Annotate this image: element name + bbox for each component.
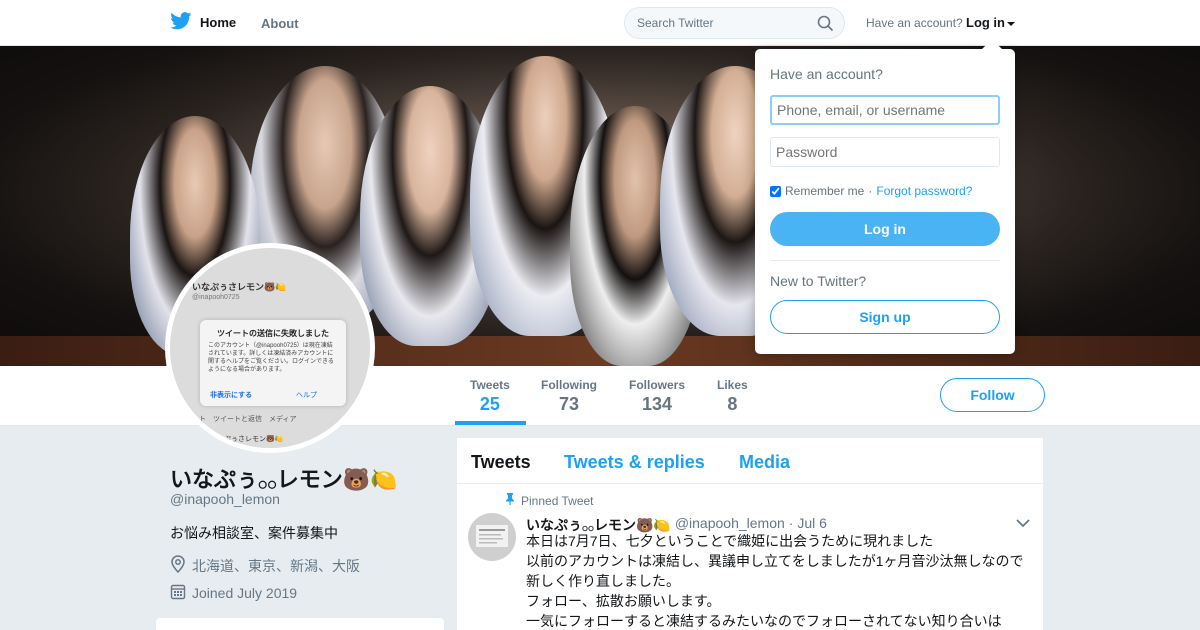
stat-label: Likes <box>717 378 748 392</box>
stat-value: 134 <box>641 394 673 414</box>
about-link[interactable]: About <box>261 16 299 31</box>
tweet-date[interactable]: · Jul 6 <box>789 515 827 531</box>
login-dropdown-toggle[interactable]: Log in <box>966 15 1015 30</box>
pin-icon <box>505 493 515 508</box>
avatar-dialog-title: ツイートの送信に失敗しました <box>217 329 329 338</box>
divider <box>770 260 1000 261</box>
tweet-text: 本日は7月7日、七夕ということで織姫に出会うために現れました 以前のアカウントは… <box>526 531 1036 630</box>
login-label: Log in <box>966 15 1005 30</box>
caret-down-icon <box>1007 15 1015 30</box>
profile-joined: Joined July 2019 <box>170 583 297 603</box>
avatar-footer: いなぷぅさレモン🐻🍋 <box>210 436 284 443</box>
have-account-text: Have an account? <box>866 16 963 30</box>
timeline: Tweets Tweets & replies Media Pinned Twe… <box>456 437 1044 630</box>
avatar-dialog-hide: 非表示にする <box>210 392 253 399</box>
tab-media[interactable]: Media <box>739 452 790 473</box>
profile-avatar[interactable]: いなぷぅさレモン🐻🍋 @inapooh0725 ツイートの送信に失敗しました こ… <box>165 243 375 453</box>
stat-tweets[interactable]: Tweets 25 <box>470 378 510 415</box>
tweet-line: 以前のアカウントは凍結し、異議申し立てをしましたが1ヶ月音沙汰無しなので新しく作… <box>526 553 1024 589</box>
tweet-line: フォロー、拡散お願いします。 <box>526 593 721 609</box>
active-tab-indicator <box>455 421 526 425</box>
avatar-handle: @inapooh0725 <box>192 294 240 301</box>
stat-value: 25 <box>479 394 500 414</box>
password-field[interactable] <box>770 137 1000 167</box>
avatar-screenshot: いなぷぅさレモン🐻🍋 @inapooh0725 ツイートの送信に失敗しました こ… <box>170 248 370 448</box>
stat-value: 8 <box>727 394 738 414</box>
tweet-line: 本日は7月7日、七夕ということで織姫に出会うために現れました <box>526 533 934 549</box>
remember-label[interactable]: Remember me <box>785 184 864 198</box>
tweet-avatar[interactable] <box>468 513 516 561</box>
avatar-tabs: ート ツイートと返信 メディア <box>192 416 297 423</box>
tweet-line: 一気にフォローすると凍結するみたいなのでフォローされてない知り合いは <box>526 613 1002 629</box>
follow-button[interactable]: Follow <box>940 378 1045 412</box>
top-navigation: Home About Search Twitter Have an accoun… <box>0 0 1200 46</box>
signup-button[interactable]: Sign up <box>770 300 1000 334</box>
search-icon[interactable] <box>817 15 834 37</box>
separator-dot: · <box>868 184 873 198</box>
calendar-icon <box>170 583 186 603</box>
dropdown-question: Have an account? <box>770 66 883 82</box>
remember-checkbox[interactable] <box>770 185 781 197</box>
remember-row: Remember me · Forgot password? <box>770 184 972 198</box>
tab-tweets-replies[interactable]: Tweets & replies <box>564 452 705 473</box>
timeline-tabs: Tweets Tweets & replies Media <box>457 438 1043 484</box>
stat-value: 73 <box>558 394 580 414</box>
forgot-password-link[interactable]: Forgot password? <box>876 184 972 198</box>
profile-handle[interactable]: @inapooh_lemon <box>170 491 280 507</box>
profile-location: 北海道、東京、新潟、大阪 <box>170 555 360 576</box>
avatar-dialog-help: ヘルプ <box>296 392 317 399</box>
stat-label: Tweets <box>470 378 510 392</box>
stat-label: Followers <box>629 378 686 392</box>
joined-text: Joined July 2019 <box>192 585 298 601</box>
username-field[interactable] <box>770 95 1000 125</box>
stat-following[interactable]: Following 73 <box>541 378 597 415</box>
pinned-text: Pinned Tweet <box>521 493 594 508</box>
search-input[interactable]: Search Twitter <box>624 7 845 39</box>
home-link[interactable]: Home <box>170 12 236 33</box>
stat-label: Following <box>541 378 597 392</box>
home-label: Home <box>200 15 237 30</box>
stat-followers[interactable]: Followers 134 <box>629 378 685 415</box>
avatar-title: いなぷぅさレモン🐻🍋 <box>192 282 287 292</box>
profile-bio: お悩み相談室、案件募集中 <box>170 525 338 541</box>
tweet-author-handle[interactable]: @inapooh_lemon <box>675 515 785 531</box>
location-pin-icon <box>170 555 186 576</box>
twitter-bird-icon <box>170 12 192 33</box>
avatar-dialog: ツイートの送信に失敗しました このアカウント（@inapooh0725）は現在凍… <box>200 320 346 406</box>
search-placeholder: Search Twitter <box>637 16 714 30</box>
login-button[interactable]: Log in <box>770 212 1000 246</box>
profile-name: いなぷぅ𓂂𓂂レモン🐻🍋 <box>170 467 398 492</box>
sidebar-card <box>156 618 444 630</box>
stat-likes[interactable]: Likes 8 <box>717 378 748 415</box>
new-to-twitter-text: New to Twitter? <box>770 273 867 289</box>
location-text: 北海道、東京、新潟、大阪 <box>192 557 360 574</box>
avatar-dialog-body: このアカウント（@inapooh0725）は現在凍結されています。詳しくは凍結済… <box>208 343 334 373</box>
tab-tweets[interactable]: Tweets <box>471 452 531 473</box>
pinned-label: Pinned Tweet <box>505 493 594 508</box>
login-dropdown: Have an account? Remember me · Forgot pa… <box>755 39 1015 354</box>
